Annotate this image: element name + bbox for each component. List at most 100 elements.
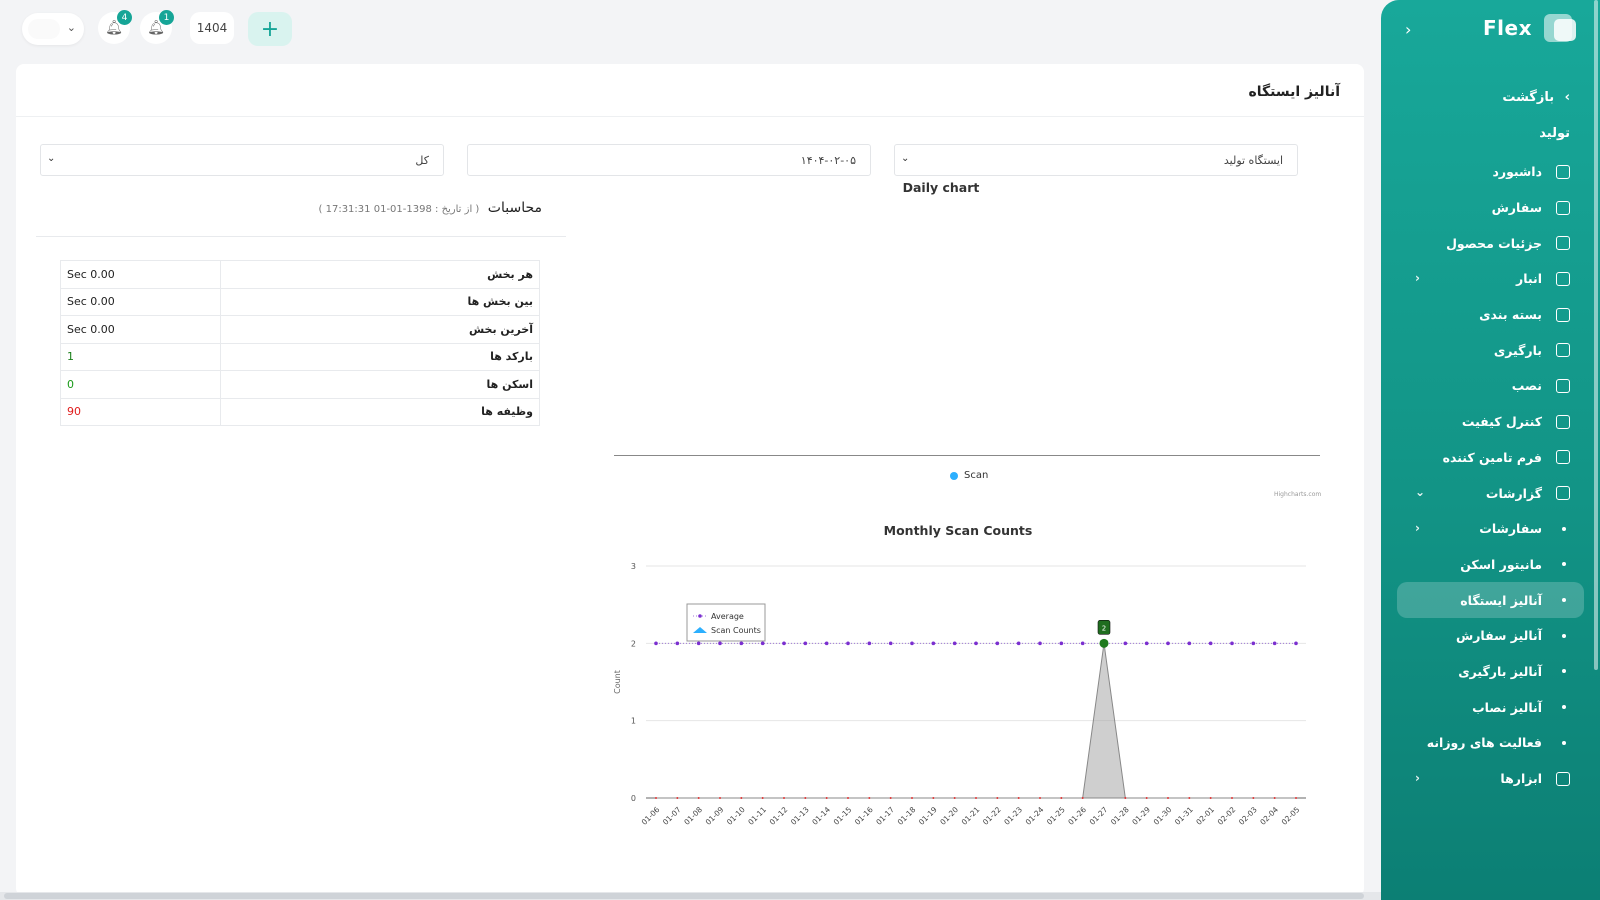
average-point [1272,641,1277,646]
date-value: ۱۴۰۴-۰۲-۰۵ [800,153,856,167]
sidebar-item-17[interactable]: ابزارها ‹ [1397,761,1584,797]
bullet-icon [1562,562,1566,567]
scrollbar-thumb[interactable] [4,893,1364,899]
date-input[interactable]: ۱۴۰۴-۰۲-۰۵ [467,144,871,176]
sidebar-item-14[interactable]: آنالیز بارگیری [1397,654,1584,690]
form-icon [1556,450,1570,465]
report-icon [1556,486,1570,501]
sidebar-item-16[interactable]: فعالیت های روزانه [1397,725,1584,761]
scan-count-point [1295,797,1297,799]
horizontal-scrollbar[interactable] [0,892,1381,900]
sidebar-item-0[interactable]: داشبورد [1397,154,1584,190]
scan-count-point [804,797,807,799]
alert-badge: 1 [159,10,174,25]
sidebar-item-11[interactable]: مانیتور اسکن [1397,547,1584,583]
sidebar-item-3[interactable]: انبار ‹ [1397,261,1584,297]
add-button[interactable]: + [248,12,292,46]
scan-count-point [676,797,679,799]
user-menu[interactable]: ⌄ [22,13,84,45]
sidebar-item-5[interactable]: بارگیری [1397,332,1584,368]
notifications-button[interactable]: 🔔︎ 4 [98,10,132,44]
legend-label-scan: Scan [964,470,989,481]
x-tick-label: 01-31 [1173,805,1195,827]
divider [36,236,566,237]
x-tick-label: 02-04 [1258,805,1280,827]
sidebar-item-label: سفارشات [1479,521,1542,537]
home-icon [1556,164,1570,179]
page-title: آنالیز ایستگاه [1248,84,1340,100]
back-link[interactable]: › بازگشت [1502,90,1570,105]
average-point [782,641,786,646]
scan-count-point [1124,797,1127,799]
sidebar-item-13[interactable]: آنالیز سفارش [1397,618,1584,654]
sidebar-item-4[interactable]: بسته بندی [1397,297,1584,333]
sidebar-item-6[interactable]: نصب [1397,368,1584,404]
year-selector[interactable]: 1404 [190,12,234,44]
avatar [28,19,60,39]
scan-count-point [825,797,828,799]
sidebar-item-9[interactable]: گزارشات ⌄ [1397,475,1584,511]
scan-count-point [1099,638,1109,648]
scope-select[interactable]: کل ⌄ [40,144,444,176]
sidebar-item-1[interactable]: سفارش [1397,190,1584,226]
scan-count-point [1231,797,1233,799]
chart-line-icon [1556,236,1570,251]
legend-label-average: Average [711,612,744,621]
sidebar-item-label: گزارشات [1485,485,1542,501]
sidebar-item-label: بارگیری [1493,342,1542,358]
average-point [867,641,872,646]
data-label: 2 [1102,624,1106,632]
x-tick-label: 01-16 [853,805,875,827]
scan-count-point [975,797,977,799]
stat-label: اسکن ها [220,370,540,399]
average-point [846,641,850,646]
average-point [952,641,957,646]
average-point [760,641,765,646]
average-point [995,641,1000,646]
sidebar-item-2[interactable]: جزئیات محصول [1397,225,1584,261]
x-tick-label: 01-24 [1024,805,1046,827]
chart-title: Monthly Scan Counts [884,523,1033,538]
x-tick-label: 02-02 [1216,805,1238,827]
install-icon [1556,378,1570,393]
sidebar-item-label: انبار [1516,271,1542,287]
tools-icon [1556,771,1570,786]
scan-count-point [911,797,913,799]
notification-badge: 4 [117,10,132,25]
average-point [1166,641,1170,646]
sidebar-item-15[interactable]: آنالیز نصاب [1397,689,1584,725]
x-tick-label: 01-27 [1088,805,1110,827]
sidebar-scrollbar[interactable] [1594,0,1598,670]
sidebar-item-12[interactable]: آنالیز ایستگاه [1397,582,1584,618]
daily-chart-legend[interactable]: Scan [950,470,988,481]
sidebar-item-7[interactable]: کنترل کیفیت [1397,404,1584,440]
sidebar-item-8[interactable]: فرم تامین کننده [1397,440,1584,476]
back-label: بازگشت [1502,90,1555,105]
scan-count-point [932,797,935,799]
table-row: اسکن ها 0 [60,370,540,399]
sidebar-item-label: آنالیز سفارش [1455,628,1542,644]
sidebar-item-label: نصب [1511,378,1542,394]
package-icon [1556,307,1570,322]
scan-count-point [1039,797,1041,799]
scan-count-point [1145,797,1148,799]
stat-label: آخرین بخش [220,315,540,344]
station-select[interactable]: ایستگاه تولید ⌄ [894,144,1298,176]
bullet-icon [1562,705,1566,710]
bullet-icon [1562,669,1566,674]
alerts-button[interactable]: 🔔︎ 1 [140,10,174,44]
logo-icon [1544,14,1576,42]
bullet-icon [1562,598,1566,603]
bullet-icon [1562,526,1566,531]
average-point [1144,641,1149,646]
collapse-sidebar-button[interactable]: ‹ [1405,20,1411,39]
chart-credit[interactable]: Highcharts.com [1274,491,1321,498]
sidebar: Flex ‹ › بازگشت تولید داشبورد سفارش جزئیات… [1381,0,1600,900]
x-tick-label: 01-20 [938,805,960,827]
stat-label: بین بخش ها [220,287,540,316]
sidebar-item-label: ابزارها [1500,771,1542,787]
x-tick-label: 01-08 [682,805,704,827]
logo: Flex [1483,16,1532,40]
daily-chart-x-axis [614,455,1320,456]
sidebar-item-10[interactable]: سفارشات ‹ [1397,511,1584,547]
